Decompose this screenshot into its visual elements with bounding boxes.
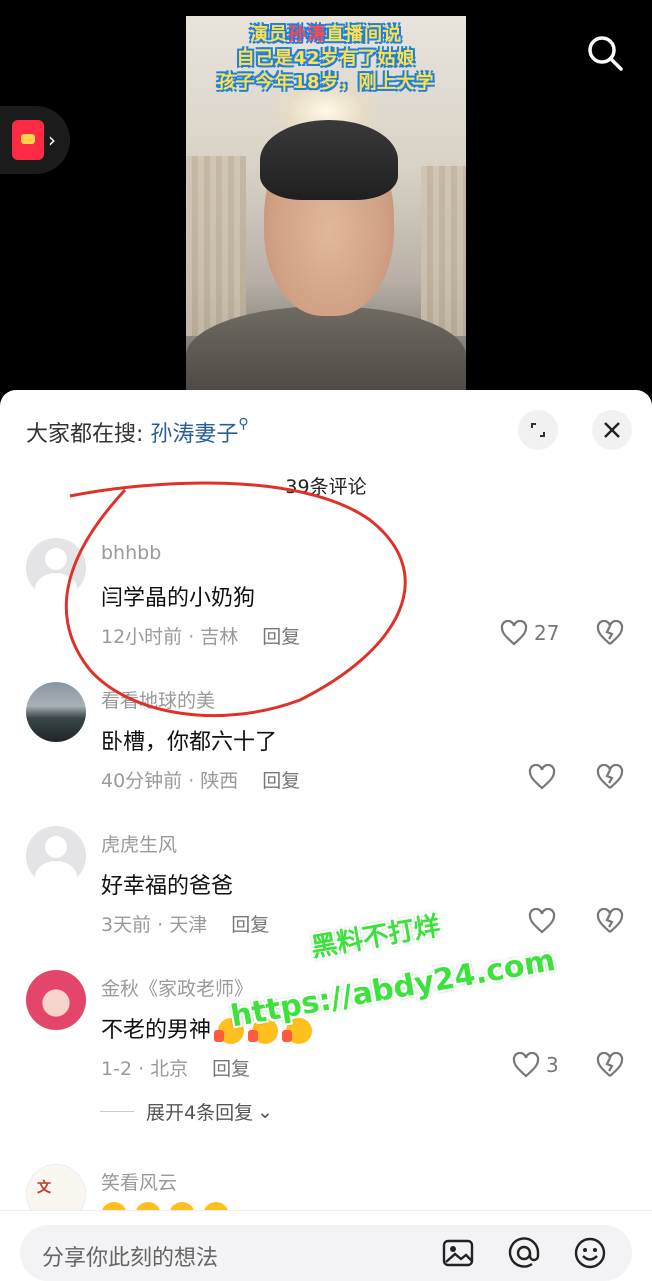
red-envelope-icon — [12, 120, 44, 160]
comment-meta: 12小时前 · 吉林 回复 — [101, 626, 301, 648]
reply-button[interactable]: 回复 — [262, 626, 300, 648]
hot-search-prefix: 大家都在搜: — [26, 422, 151, 447]
avatar[interactable] — [26, 682, 86, 742]
close-button[interactable] — [592, 410, 632, 450]
like-button[interactable]: 27 — [500, 620, 559, 646]
video-caption-line-3: 孩子今年18岁，刚上大学 — [217, 72, 435, 93]
broken-heart-icon — [596, 763, 624, 789]
search-button[interactable] — [584, 32, 626, 74]
video-player[interactable]: 演员孙涛直播间说 自己是42岁有了姑娘 孩子今年18岁，刚上大学 › — [0, 0, 652, 400]
expand-button[interactable] — [518, 410, 558, 450]
divider — [100, 1111, 134, 1112]
expand-replies-button[interactable]: 展开4条回复 ⌄ — [100, 1098, 273, 1125]
heart-icon — [528, 908, 556, 934]
dislike-button[interactable] — [596, 619, 624, 650]
close-icon — [604, 422, 620, 438]
reply-button[interactable]: 回复 — [262, 770, 300, 792]
comment-username[interactable]: 笑看风云 — [101, 1168, 177, 1195]
image-button[interactable] — [440, 1235, 476, 1271]
red-packet-button[interactable]: › — [0, 106, 70, 174]
comment-username[interactable]: 金秋《家政老师》 — [101, 974, 253, 1001]
comment-text: 闫学晶的小奶狗 — [101, 586, 256, 611]
dislike-button[interactable] — [596, 1051, 624, 1082]
mention-button[interactable] — [506, 1235, 542, 1271]
image-icon — [442, 1239, 474, 1267]
like-button[interactable] — [528, 764, 556, 790]
comment-input-placeholder: 分享你此刻的想法 — [42, 1246, 219, 1271]
curtain-left — [186, 156, 246, 336]
reply-button[interactable]: 回复 — [231, 914, 269, 936]
video-caption-line-2: 自己是42岁有了姑娘 — [236, 48, 416, 69]
comment-text: 好幸福的爸爸 — [101, 874, 234, 899]
comment-username[interactable]: 看看地球的美 — [101, 686, 215, 713]
video-caption-line-1: 演员孙涛直播间说 — [250, 24, 402, 45]
broken-heart-icon — [596, 1051, 624, 1077]
hot-search-link[interactable]: 大家都在搜: 孙涛妻子⚲ — [26, 416, 249, 448]
emoji-button[interactable] — [572, 1235, 608, 1271]
heart-icon — [512, 1052, 540, 1078]
comment-username[interactable]: 虎虎生风 — [101, 830, 177, 857]
expand-icon — [531, 423, 545, 437]
dislike-button[interactable] — [596, 907, 624, 938]
like-button[interactable] — [528, 908, 556, 934]
smiley-icon — [574, 1237, 606, 1269]
hot-search-term[interactable]: 孙涛妻子 — [150, 422, 238, 447]
comment-input[interactable]: 分享你此刻的想法 — [20, 1225, 632, 1281]
chevron-down-icon: ⌄ — [257, 1100, 274, 1123]
at-icon — [508, 1237, 540, 1268]
heart-icon — [528, 764, 556, 790]
broken-heart-icon — [596, 619, 624, 645]
heart-icon — [500, 620, 528, 646]
search-icon — [588, 36, 623, 71]
comment-text: 卧槽，你都六十了 — [101, 730, 278, 755]
comment-meta: 3天前 · 天津 回复 — [101, 914, 270, 936]
comment-username[interactable]: bhhbb — [101, 542, 161, 564]
search-small-icon: ⚲ — [238, 416, 249, 432]
like-count: 3 — [546, 1053, 559, 1077]
comment-input-bar: 分享你此刻的想法 — [0, 1210, 652, 1281]
avatar[interactable] — [26, 970, 86, 1030]
like-button[interactable]: 3 — [512, 1052, 559, 1078]
expand-replies-label: 展开4条回复 — [146, 1102, 254, 1124]
like-count: 27 — [534, 621, 560, 645]
video-frame[interactable]: 演员孙涛直播间说 自己是42岁有了姑娘 孩子今年18岁，刚上大学 — [186, 16, 466, 394]
comments-count: 39条评论 — [285, 476, 367, 498]
reply-button[interactable]: 回复 — [212, 1058, 250, 1080]
curtain-right — [421, 166, 466, 336]
broken-heart-icon — [596, 907, 624, 933]
avatar[interactable] — [26, 826, 86, 886]
avatar[interactable] — [26, 538, 86, 598]
comment-meta: 1-2 · 北京 回复 — [101, 1058, 251, 1080]
person-hair — [260, 120, 398, 200]
dislike-button[interactable] — [596, 763, 624, 794]
comment-sheet: 大家都在搜: 孙涛妻子⚲ 39条评论 bhhbb 闫学晶的小奶狗 12小时前 ·… — [0, 390, 652, 1280]
comment-meta: 40分钟前 · 陕西 回复 — [101, 770, 301, 792]
chevron-right-icon: › — [48, 128, 56, 152]
